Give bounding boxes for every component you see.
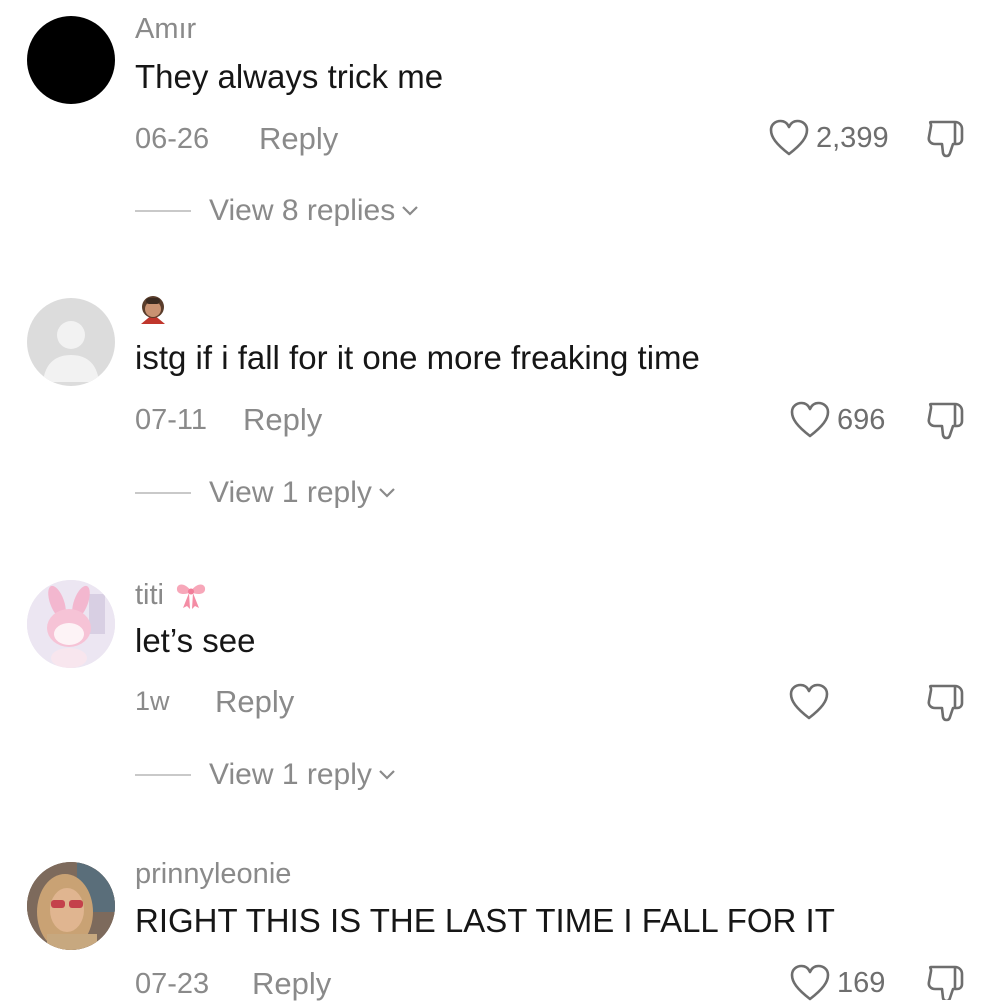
like-count: 169 bbox=[837, 966, 886, 999]
like-button[interactable]: 696 bbox=[789, 400, 885, 440]
my-melody-avatar-icon bbox=[27, 580, 115, 668]
chevron-down-icon bbox=[379, 488, 395, 498]
avatar[interactable] bbox=[27, 298, 115, 386]
heart-icon bbox=[789, 683, 829, 720]
reply-button[interactable]: Reply bbox=[252, 968, 331, 999]
ribbon-emoji-icon bbox=[176, 584, 206, 609]
reply-button[interactable]: Reply bbox=[259, 123, 338, 154]
view-replies-toggle[interactable]: View 1 reply bbox=[135, 478, 396, 508]
comment-text: istg if i fall for it one more freaking … bbox=[135, 339, 700, 376]
thumbs-down-icon[interactable] bbox=[925, 118, 971, 162]
comment-text: They always trick me bbox=[135, 58, 444, 95]
like-count: 696 bbox=[837, 403, 886, 436]
like-button[interactable] bbox=[788, 682, 836, 722]
thumbs-down-icon[interactable] bbox=[925, 963, 971, 1000]
comment-date: 06-26 bbox=[135, 123, 210, 155]
chevron-down-icon bbox=[379, 770, 395, 780]
thumbs-down-icon[interactable] bbox=[925, 400, 971, 444]
view-replies-toggle[interactable]: View 1 reply bbox=[135, 760, 396, 790]
like-button[interactable]: 2,399 bbox=[768, 118, 889, 158]
thumbs-down-icon[interactable] bbox=[925, 682, 971, 726]
comment-date: 07-11 bbox=[135, 404, 208, 436]
heart-icon bbox=[790, 964, 830, 1001]
comment-text: RIGHT THIS IS THE LAST TIME I FALL FOR I… bbox=[135, 902, 835, 939]
comment-username[interactable]: titi bbox=[135, 580, 208, 610]
heart-icon bbox=[790, 401, 830, 438]
divider bbox=[135, 210, 191, 212]
heart-icon bbox=[769, 119, 809, 156]
chevron-down-icon bbox=[402, 206, 418, 216]
comment-username-text: titi bbox=[135, 578, 164, 611]
divider bbox=[135, 492, 191, 494]
like-count: 2,399 bbox=[816, 121, 889, 154]
default-avatar-icon bbox=[43, 321, 99, 382]
like-button[interactable]: 169 bbox=[789, 963, 885, 1003]
avatar[interactable] bbox=[27, 16, 115, 104]
comment-text: let’s see bbox=[135, 622, 256, 659]
profile-photo-icon bbox=[27, 862, 115, 950]
avatar[interactable] bbox=[27, 580, 115, 668]
vampire-emoji-icon bbox=[141, 296, 165, 324]
comment-date: 07-23 bbox=[135, 968, 210, 1000]
comment-username[interactable]: Amır bbox=[135, 15, 196, 44]
reply-button[interactable]: Reply bbox=[243, 404, 322, 435]
view-replies-toggle[interactable]: View 8 replies bbox=[135, 196, 419, 226]
view-replies-label: View 1 reply bbox=[209, 758, 372, 791]
comment-username[interactable]: prinnyleonie bbox=[135, 860, 291, 889]
avatar[interactable] bbox=[27, 862, 115, 950]
reply-button[interactable]: Reply bbox=[215, 686, 294, 717]
comment-date: 1w bbox=[135, 686, 170, 716]
view-replies-label: View 1 reply bbox=[209, 476, 372, 509]
divider bbox=[135, 774, 191, 776]
view-replies-label: View 8 replies bbox=[209, 194, 396, 227]
